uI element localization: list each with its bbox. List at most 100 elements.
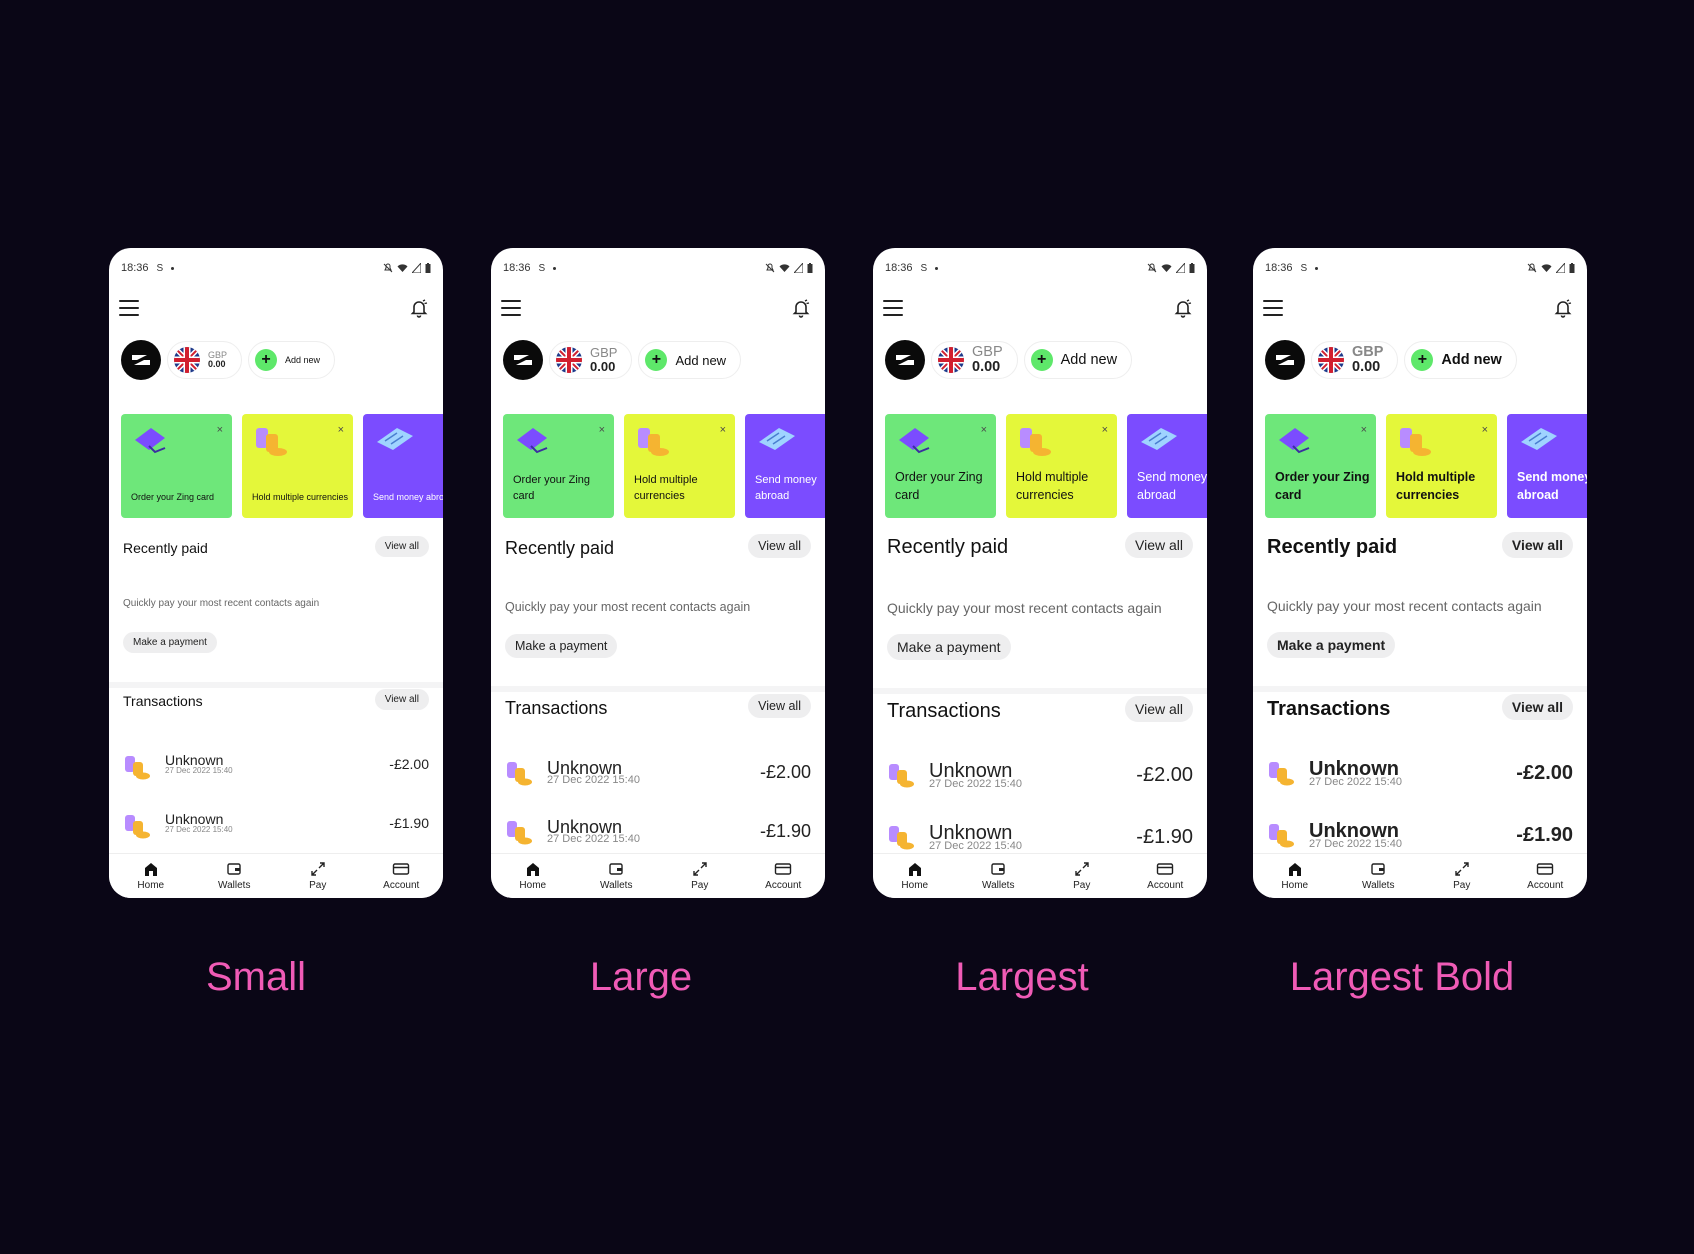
make-payment-button[interactable]: Make a payment [505, 634, 618, 658]
nav-wallets[interactable]: Wallets [193, 854, 277, 898]
gbp-wallet-pill[interactable]: GBP 0.00 [931, 341, 1018, 379]
promo-card-currencies[interactable]: × Hold multiple currencies [242, 414, 353, 518]
nav-home[interactable]: Home [109, 854, 193, 898]
close-icon[interactable]: × [981, 424, 987, 436]
zing-logo[interactable] [503, 340, 543, 380]
coins-illustration-icon [1400, 428, 1431, 456]
promo-card-zing-card[interactable]: × Order your Zing card [503, 414, 614, 518]
recently-paid-view-all-button[interactable]: View all [1125, 532, 1193, 558]
add-new-wallet-button[interactable]: + Add new [1404, 341, 1517, 379]
transaction-row[interactable]: Unknown 27 Dec 2022 15:40 -£1.90 [123, 809, 429, 849]
promo-card-zing-card[interactable]: × Order your Zing card [885, 414, 996, 518]
promo-card-send-abroad[interactable]: Send money abroad [363, 414, 443, 518]
close-icon[interactable]: × [1482, 424, 1488, 436]
transaction-row[interactable]: Unknown 27 Dec 2022 15:40 -£1.90 [1267, 818, 1573, 858]
nav-pay[interactable]: Pay [1040, 854, 1124, 898]
add-new-label: Add new [285, 355, 321, 365]
transaction-date: 27 Dec 2022 15:40 [547, 833, 640, 845]
wallet-balance: 0.00 [972, 359, 1001, 375]
close-icon[interactable]: × [599, 424, 605, 436]
promo-card-currencies[interactable]: × Hold multiple currencies [1006, 414, 1117, 518]
menu-icon[interactable] [119, 300, 139, 316]
transactions-view-all-button[interactable]: View all [374, 689, 429, 710]
gbp-wallet-pill[interactable]: GBP 0.00 [549, 341, 633, 379]
notification-bell-icon[interactable] [1173, 298, 1193, 318]
zing-logo[interactable] [121, 340, 161, 380]
menu-icon[interactable] [1263, 300, 1283, 316]
gbp-wallet-pill[interactable]: GBP 0.00 [167, 341, 243, 379]
nav-pay[interactable]: Pay [276, 854, 360, 898]
close-icon[interactable]: × [1102, 424, 1108, 436]
signal-icon [1176, 263, 1185, 273]
promo-card-currencies[interactable]: × Hold multiple currencies [1386, 414, 1497, 518]
nav-pay[interactable]: Pay [658, 854, 742, 898]
promo-card-label: Order your Zing card [513, 474, 591, 502]
wallet-icon [1371, 863, 1385, 875]
make-payment-button[interactable]: Make a payment [887, 634, 1011, 660]
card-icon [1537, 863, 1554, 875]
transactions-view-all-button[interactable]: View all [748, 694, 811, 718]
zing-logo[interactable] [885, 340, 925, 380]
status-time: 18:36 [121, 262, 149, 274]
gbp-wallet-pill[interactable]: GBP 0.00 [1311, 341, 1399, 379]
recently-paid-view-all-button[interactable]: View all [374, 536, 429, 557]
battery-icon [1569, 263, 1575, 273]
nav-wallets[interactable]: Wallets [575, 854, 659, 898]
wallet-balance: 0.00 [1352, 359, 1381, 375]
make-payment-button[interactable]: Make a payment [1267, 632, 1396, 658]
notification-bell-icon[interactable] [1553, 298, 1573, 318]
nav-wallets[interactable]: Wallets [1337, 854, 1421, 898]
coins-icon [1269, 762, 1294, 786]
promo-card-zing-card[interactable]: × Order your Zing card [121, 414, 232, 518]
nav-label: Pay [691, 880, 709, 891]
nav-home[interactable]: Home [491, 854, 575, 898]
promo-card-zing-card[interactable]: × Order your Zing card [1265, 414, 1376, 518]
zing-logo[interactable] [1265, 340, 1305, 380]
mute-icon [1147, 263, 1157, 273]
signal-icon [794, 263, 803, 273]
promo-card-send-abroad[interactable]: Send money abroad [745, 414, 825, 518]
close-icon[interactable]: × [338, 424, 344, 436]
close-icon[interactable]: × [720, 424, 726, 436]
nav-account[interactable]: Account [742, 854, 826, 898]
coins-illustration-icon [1020, 428, 1051, 456]
close-icon[interactable]: × [1361, 424, 1367, 436]
menu-icon[interactable] [883, 300, 903, 316]
transactions-view-all-button[interactable]: View all [1125, 696, 1193, 722]
recently-paid-view-all-button[interactable]: View all [1501, 532, 1573, 558]
notification-bell-icon[interactable] [409, 298, 429, 318]
nav-account[interactable]: Account [1504, 854, 1588, 898]
promo-card-label: Send money abroad [755, 474, 817, 502]
promo-card-send-abroad[interactable]: Send money abroad [1127, 414, 1207, 518]
transaction-row[interactable]: Unknown 27 Dec 2022 15:40 -£2.00 [505, 756, 811, 796]
status-time: 18:36 [1265, 262, 1293, 274]
nav-home[interactable]: Home [873, 854, 957, 898]
add-new-wallet-button[interactable]: + Add new [1023, 341, 1133, 379]
promo-card-currencies[interactable]: × Hold multiple currencies [624, 414, 735, 518]
transaction-date: 27 Dec 2022 15:40 [165, 825, 233, 834]
add-new-wallet-button[interactable]: + Add new [248, 341, 336, 379]
transactions-title: Transactions [123, 693, 203, 709]
nav-account[interactable]: Account [360, 854, 444, 898]
nav-account[interactable]: Account [1124, 854, 1208, 898]
wifi-icon [1541, 264, 1552, 272]
nav-pay[interactable]: Pay [1420, 854, 1504, 898]
transactions-view-all-button[interactable]: View all [1501, 694, 1573, 720]
section-divider [1253, 686, 1587, 692]
transaction-row[interactable]: Unknown 27 Dec 2022 15:40 -£2.00 [123, 750, 429, 790]
coins-icon [507, 762, 532, 786]
transaction-date: 27 Dec 2022 15:40 [929, 778, 1022, 790]
nav-wallets[interactable]: Wallets [957, 854, 1041, 898]
notification-bell-icon[interactable] [791, 298, 811, 318]
add-new-wallet-button[interactable]: + Add new [638, 341, 742, 379]
menu-icon[interactable] [501, 300, 521, 316]
nav-home[interactable]: Home [1253, 854, 1337, 898]
make-payment-button[interactable]: Make a payment [123, 632, 217, 653]
promo-card-send-abroad[interactable]: Send money abroad [1507, 414, 1587, 518]
transaction-row[interactable]: Unknown 27 Dec 2022 15:40 -£2.00 [1267, 756, 1573, 796]
transaction-row[interactable]: Unknown 27 Dec 2022 15:40 -£2.00 [887, 758, 1193, 798]
transaction-row[interactable]: Unknown 27 Dec 2022 15:40 -£1.90 [505, 815, 811, 855]
recently-paid-view-all-button[interactable]: View all [748, 534, 811, 558]
sim-icon: S [156, 262, 164, 274]
close-icon[interactable]: × [217, 424, 223, 436]
